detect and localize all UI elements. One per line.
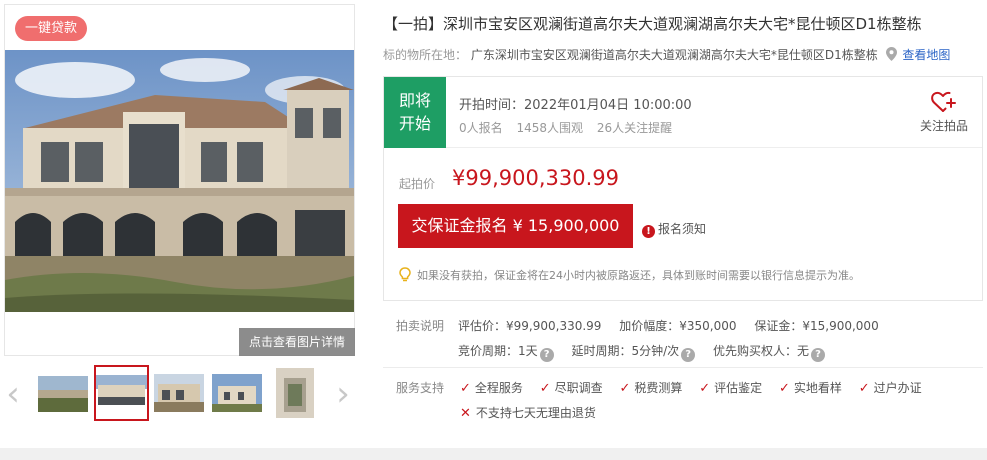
view-map-link[interactable]: 查看地图 [902, 48, 950, 62]
signup-notice-link[interactable]: ! 报名须知 [642, 220, 706, 238]
service-item: ✓ 过户办证 [859, 379, 922, 396]
check-icon: ✓ [539, 381, 551, 396]
auction-detail-page: 一键贷款 点击查看图片详情 ‹ › 【一拍】深圳市宝安区观澜街道高尔夫大道观澜湖… [0, 0, 987, 460]
check-icon: ✓ [619, 381, 631, 396]
thumbnail-image [212, 374, 262, 412]
lightbulb-icon [399, 267, 411, 282]
pay-deposit-signup-button[interactable]: 交保证金报名 ¥ 15,900,000 [398, 204, 633, 248]
follow-lot-button[interactable]: 关注拍品 [916, 91, 972, 134]
service-item: ✓ 评估鉴定 [699, 379, 762, 396]
service-support-label: 服务支持 [396, 381, 445, 395]
bidding-period: 竞价周期：1天? [458, 344, 554, 362]
thumbnail[interactable] [276, 368, 314, 418]
follow-lot-label: 关注拍品 [919, 119, 968, 133]
starting-price-label: 起拍价 [399, 177, 436, 191]
status-badge-line2: 开始 [399, 114, 432, 133]
villa-photo [5, 50, 354, 312]
location-address: 广东深圳市宝安区观澜街道高尔夫大道观澜湖高尔夫大宅*昆仕顿区D1栋整栋 [470, 48, 878, 62]
location-label: 标的物所在地： [383, 48, 468, 62]
thumbnail-image [154, 374, 204, 412]
service-item-label: 尽职调查 [554, 381, 603, 395]
viewer-count: 1458人围观 [516, 121, 584, 135]
service-item-label: 评估鉴定 [714, 381, 763, 395]
help-icon[interactable]: ? [811, 348, 825, 362]
starting-price-value: ¥99,900,330.99 [452, 166, 619, 190]
map-pin-icon [885, 47, 897, 61]
no-seven-day-return: 不支持七天无理由退货 [475, 406, 596, 420]
bid-increment: 加价幅度：¥350,000 [619, 319, 737, 333]
service-item-label: 实地看样 [793, 381, 842, 395]
check-icon: ✓ [699, 381, 711, 396]
service-item: ✓ 全程服务 [460, 379, 523, 396]
service-item: ✓ 税费测算 [620, 379, 683, 396]
preemptive-right: 优先购买权人：无? [712, 344, 825, 362]
preemptive-right-text: 优先购买权人：无 [712, 344, 809, 358]
heart-plus-icon [931, 91, 956, 112]
bidding-period-text: 竞价周期：1天 [458, 344, 538, 358]
view-photo-details-button[interactable]: 点击查看图片详情 [239, 328, 355, 356]
check-icon: ✓ [779, 381, 790, 396]
service-item-label: 过户办证 [873, 381, 922, 395]
description-row-1: 评估价：¥99,900,330.99 加价幅度：¥350,000 保证金：¥15… [458, 317, 893, 334]
auction-description-label: 拍卖说明 [396, 319, 445, 333]
thumbnail[interactable] [94, 365, 149, 421]
signup-count: 0人报名 [459, 121, 503, 135]
check-icon: ✓ [858, 381, 870, 396]
thumbnail[interactable] [38, 376, 88, 412]
next-arrow-icon[interactable]: › [332, 374, 354, 414]
signup-notice-label: 报名须知 [658, 222, 707, 236]
service-item-label: 税费测算 [634, 381, 683, 395]
photo-gallery: 一键贷款 点击查看图片详情 [4, 4, 355, 356]
lot-title: 【一拍】深圳市宝安区观澜街道高尔夫大道观澜湖高尔夫大宅*昆仕顿区D1栋整栋 [383, 15, 922, 33]
thumbnail[interactable] [154, 374, 204, 412]
auction-status-row: 即将 开始 开拍时间：2022年01月04日 10:00:00 0人报名 145… [384, 77, 982, 148]
service-item: ✓ 实地看样 [779, 379, 842, 396]
loan-badge[interactable]: 一键贷款 [15, 16, 88, 41]
main-photo[interactable] [5, 50, 354, 312]
warning-icon: ! [642, 225, 655, 238]
cross-icon: ✕ [460, 406, 471, 421]
divider [383, 367, 983, 368]
status-badge-line1: 即将 [399, 91, 432, 110]
deposit-amount: 保证金：¥15,900,000 [754, 319, 879, 333]
auction-stats: 0人报名 1458人围观 26人关注提醒 [459, 119, 682, 136]
deposit-refund-tip: 如果没有获拍，保证金将在24小时内被原路返还，具体到账时间需要以银行信息提示为准… [399, 267, 860, 283]
thumbnail-image [38, 376, 88, 412]
deposit-refund-tip-text: 如果没有获拍，保证金将在24小时内被原路返还，具体到账时间需要以银行信息提示为准… [417, 269, 860, 282]
extension-period-text: 延时周期：5分钟/次 [571, 344, 680, 358]
description-row-2: 竞价周期：1天? 延时周期：5分钟/次? 优先购买权人：无? [458, 342, 839, 362]
service-item-label: 全程服务 [474, 381, 523, 395]
prev-arrow-icon[interactable]: ‹ [2, 374, 24, 414]
thumbnail-strip: ‹ › [0, 365, 356, 422]
check-icon: ✓ [460, 381, 471, 396]
reminder-count: 26人关注提醒 [596, 121, 673, 135]
extension-period: 延时周期：5分钟/次? [571, 344, 696, 362]
unsupported-service: ✕ 不支持七天无理由退货 [460, 404, 596, 421]
appraisal-price: 评估价：¥99,900,330.99 [458, 319, 602, 333]
page-bottom-bar [0, 448, 987, 460]
thumbnail[interactable] [212, 374, 262, 412]
thumbnail-image [276, 368, 314, 418]
help-icon[interactable]: ? [681, 348, 696, 362]
start-time: 开拍时间：2022年01月04日 10:00:00 [459, 98, 692, 113]
service-item: ✓ 尽职调查 [540, 379, 603, 396]
auction-panel: 即将 开始 开拍时间：2022年01月04日 10:00:00 0人报名 145… [383, 76, 983, 301]
lot-location: 标的物所在地： 广东深圳市宝安区观澜街道高尔夫大道观澜湖高尔夫大宅*昆仕顿区D1… [383, 46, 950, 63]
help-icon[interactable]: ? [539, 348, 554, 362]
service-list: ✓ 全程服务 ✓ 尽职调查 ✓ 税费测算 ✓ 评估鉴定 ✓ 实地看样 ✓ 过户办证 [460, 379, 935, 396]
status-badge: 即将 开始 [384, 77, 446, 148]
thumbnail-image [96, 367, 147, 419]
